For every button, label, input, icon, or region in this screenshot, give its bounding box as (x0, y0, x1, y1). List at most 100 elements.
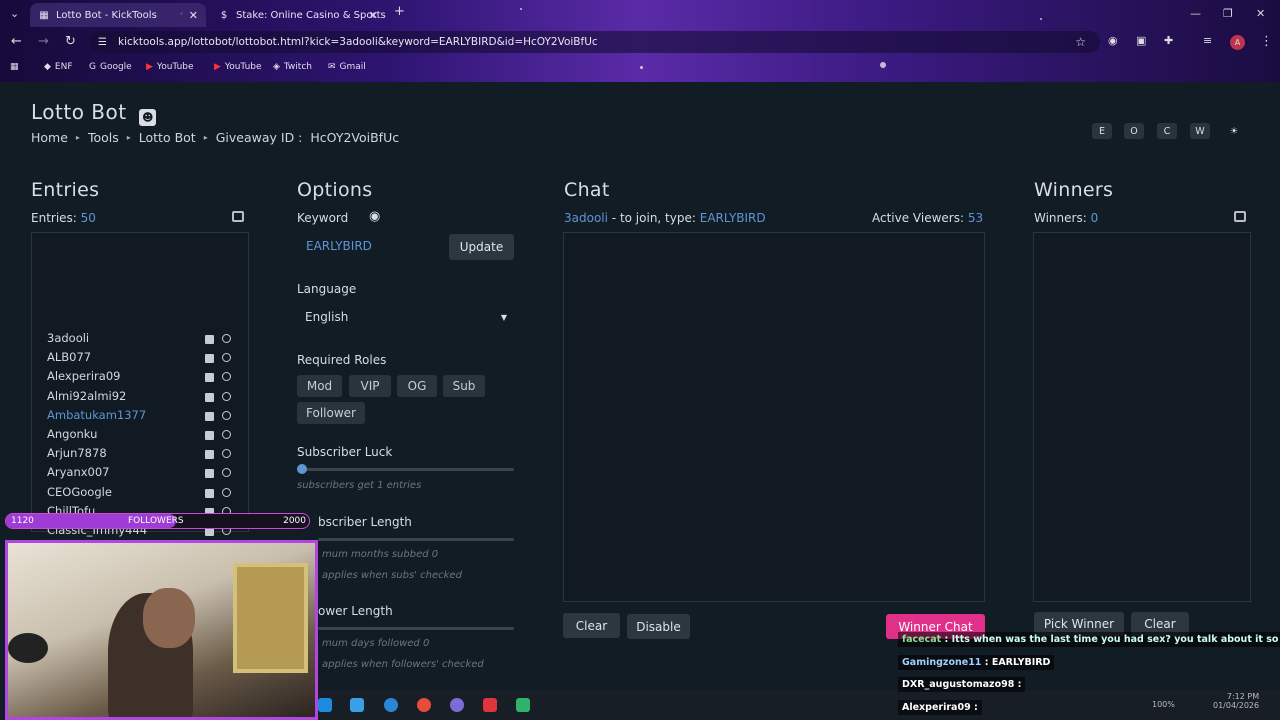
new-tab-icon[interactable]: + (394, 4, 405, 19)
extensions-puzzle-icon[interactable]: ✚ (1164, 34, 1173, 47)
remove-entry-icon[interactable] (205, 354, 214, 364)
bookmark-google[interactable]: G Google (89, 62, 132, 72)
keyword-label: Keyword (297, 211, 349, 225)
forward-icon[interactable]: → (38, 34, 49, 49)
entries-heading: Entries (31, 179, 100, 201)
role-vip-button[interactable]: VIP (349, 375, 391, 397)
profile-avatar[interactable]: A (1230, 35, 1245, 50)
address-bar[interactable]: ☰ kicktools.app/lottobot/lottobot.html?k… (90, 31, 1100, 53)
ban-icon[interactable] (222, 410, 231, 420)
update-button[interactable]: Update (449, 234, 514, 260)
role-mod-button[interactable]: Mod (297, 375, 342, 397)
required-roles-label: Required Roles (297, 353, 387, 367)
copy-icon[interactable] (1234, 211, 1246, 222)
breadcrumb: Home ▸ Tools ▸ Lotto Bot ▸ Giveaway ID :… (31, 130, 399, 145)
browser-chrome: ⌄ ▦ Lotto Bot - KickTools ✕ $ Stake: Onl… (0, 0, 1280, 82)
screenshot-icon[interactable]: ▣ (1136, 34, 1146, 47)
chat-heading: Chat (564, 179, 610, 201)
chevron-right-icon: ▸ (203, 133, 208, 142)
remove-entry-icon[interactable] (205, 450, 214, 460)
remove-entry-icon[interactable] (205, 469, 214, 479)
tab-lotto-bot[interactable]: ▦ Lotto Bot - KickTools ✕ (30, 3, 206, 27)
remove-entry-icon[interactable] (205, 373, 214, 383)
role-follower-button[interactable]: Follower (297, 402, 365, 424)
subscriber-luck-label: Subscriber Luck (297, 445, 393, 459)
kicktools-icon: ▦ (39, 9, 49, 21)
bookmark-star-icon[interactable]: ☆ (1075, 35, 1086, 49)
ban-icon[interactable] (222, 487, 231, 497)
apps-icon[interactable]: ▦ (10, 62, 23, 72)
bookmark-twitch[interactable]: ◈ Twitch (273, 62, 312, 72)
media-icon[interactable]: ≡ (1203, 34, 1212, 47)
keyword-input[interactable]: EARLYBIRD (306, 239, 440, 253)
eye-icon[interactable]: ◉ (369, 209, 380, 224)
remove-entry-icon[interactable] (205, 392, 214, 402)
theme-e-button[interactable]: E (1092, 123, 1112, 139)
copy-icon[interactable] (232, 211, 244, 222)
tab-stake[interactable]: $ Stake: Online Casino & Sports ✕ (210, 3, 386, 27)
gmail-icon: ✉ (328, 62, 336, 72)
webcam-feed (5, 540, 318, 720)
start-icon[interactable] (318, 698, 332, 712)
follower-length-slider[interactable] (318, 627, 514, 630)
tab-search-icon[interactable]: ⌄ (10, 7, 19, 20)
bookmark-youtube[interactable]: ▶ YouTube (146, 62, 194, 72)
discord-icon[interactable] (450, 698, 464, 712)
menu-icon[interactable]: ⋮ (1260, 34, 1273, 49)
site-info-icon[interactable]: ☰ (98, 37, 107, 48)
subscriber-luck-knob[interactable] (297, 464, 307, 474)
chat-disable-button[interactable]: Disable (627, 614, 690, 639)
sun-icon[interactable]: ☀ (1224, 123, 1244, 139)
subscriber-length-slider[interactable] (318, 538, 514, 541)
breadcrumb-tools[interactable]: Tools (88, 130, 119, 145)
theme-c-button[interactable]: C (1157, 123, 1177, 139)
bookmark-enf[interactable]: ◆ ENF (44, 62, 73, 72)
winners-count: Winners: 0 (1034, 211, 1099, 225)
subscriber-length-hint: applies when subs' checked (322, 570, 462, 581)
list-item: Aryanx007 (47, 465, 110, 480)
chrome-icon[interactable] (417, 698, 431, 712)
extension-icon[interactable]: ◉ (1108, 34, 1118, 47)
subscriber-length-note: mum months subbed 0 (322, 549, 439, 560)
role-og-button[interactable]: OG (397, 375, 437, 397)
app-icon[interactable] (350, 698, 364, 712)
role-sub-button[interactable]: Sub (443, 375, 485, 397)
breadcrumb-home[interactable]: Home (31, 130, 68, 145)
maximize-icon[interactable]: ❐ (1223, 7, 1233, 20)
bookmark-youtube-2[interactable]: ▶ YouTube (214, 62, 262, 72)
remove-entry-icon[interactable] (205, 488, 214, 498)
remove-entry-icon[interactable] (205, 431, 214, 440)
close-tab-icon[interactable]: ✕ (189, 9, 198, 22)
close-window-icon[interactable]: ✕ (1256, 7, 1265, 20)
language-label: Language (297, 282, 357, 296)
edge-icon[interactable] (384, 698, 398, 712)
tab-bar: ⌄ ▦ Lotto Bot - KickTools ✕ $ Stake: Onl… (0, 0, 1280, 28)
youtube-icon: ▶ (146, 62, 153, 72)
subscriber-luck-slider[interactable] (300, 468, 514, 471)
bookmark-gmail[interactable]: ✉ Gmail (328, 62, 366, 72)
ban-icon[interactable] (222, 430, 231, 439)
reload-icon[interactable]: ↻ (65, 34, 76, 49)
taskbar: 100% 7:12 PM 01/04/2026 (318, 690, 1280, 720)
overlay-chat-message: Alexperira09 : (898, 700, 982, 715)
enf-icon: ◆ (44, 62, 51, 72)
theme-w-button[interactable]: W (1190, 123, 1210, 139)
chat-log (563, 232, 985, 602)
app-icon-3[interactable] (516, 698, 530, 712)
chat-clear-button[interactable]: Clear (563, 613, 620, 638)
minimize-icon[interactable]: — (1190, 7, 1201, 20)
back-icon[interactable]: ← (11, 34, 22, 49)
language-select[interactable]: English ▼ (305, 310, 515, 324)
battery-level: 100% (1152, 700, 1175, 709)
page-title: Lotto Bot ☻ (31, 100, 157, 126)
app-icon-2[interactable] (483, 698, 497, 712)
active-viewers: Active Viewers: 53 (872, 211, 984, 225)
ban-icon[interactable] (222, 334, 231, 343)
clock[interactable]: 7:12 PM 01/04/2026 (1213, 692, 1259, 710)
close-tab-icon[interactable]: ✕ (369, 9, 378, 22)
remove-entry-icon[interactable] (205, 335, 214, 344)
theme-o-button[interactable]: O (1124, 123, 1144, 139)
ban-icon[interactable] (222, 391, 231, 401)
breadcrumb-lotto-bot[interactable]: Lotto Bot (139, 130, 196, 145)
remove-entry-icon[interactable] (205, 411, 214, 421)
